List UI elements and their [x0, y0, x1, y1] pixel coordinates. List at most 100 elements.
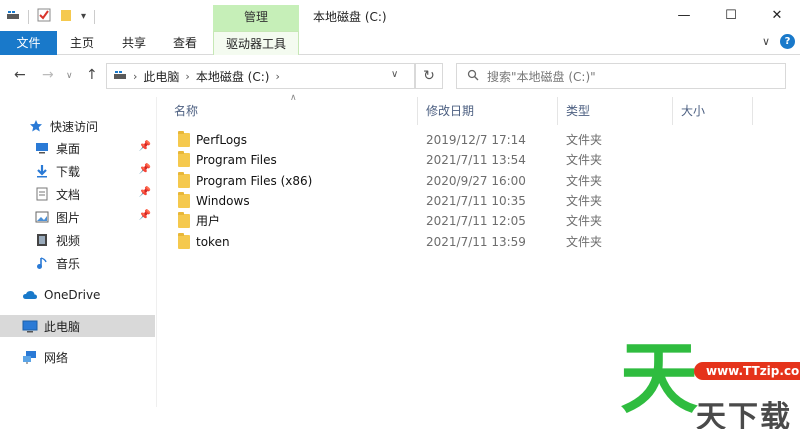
file-name: Windows: [196, 194, 250, 208]
watermark-big-char: 天: [620, 334, 699, 424]
download-icon: [34, 163, 50, 179]
ribbon-tabs: 文件 主页 共享 查看 驱动器工具 ∨ ?: [0, 31, 800, 55]
window-title: 本地磁盘 (C:): [313, 10, 387, 24]
navigation-pane: 快速访问 桌面 📌 下载 📌 文档 📌 图片 📌 视频 音乐 OneDrive …: [0, 97, 157, 407]
forward-arrow-icon[interactable]: →: [42, 67, 54, 83]
file-row-program-files[interactable]: Program Files 2021/7/11 13:54 文件夹: [158, 150, 800, 170]
breadcrumb-this-pc[interactable]: 此电脑: [143, 68, 179, 85]
file-date: 2019/12/7 17:14: [426, 133, 526, 147]
file-type: 文件夹: [566, 214, 603, 228]
column-header-size[interactable]: 大小: [673, 97, 753, 125]
sidebar-item-pictures[interactable]: 图片 📌: [0, 206, 155, 228]
column-header-date[interactable]: 修改日期: [418, 97, 558, 125]
close-button[interactable]: ✕: [754, 0, 800, 31]
breadcrumb-chevron-icon[interactable]: ›: [185, 70, 189, 83]
sidebar-item-label: OneDrive: [44, 288, 101, 302]
file-date: 2020/9/27 16:00: [426, 174, 526, 188]
file-row-users[interactable]: 用户 2021/7/11 12:05 文件夹: [158, 211, 800, 231]
document-icon: [34, 186, 50, 202]
pin-icon[interactable]: 📌: [139, 210, 151, 221]
sidebar-item-downloads[interactable]: 下载 📌: [0, 160, 155, 182]
file-name: token: [196, 235, 230, 249]
pin-icon[interactable]: 📌: [139, 187, 151, 198]
pin-icon[interactable]: 📌: [139, 141, 151, 152]
file-row-perflogs[interactable]: PerfLogs 2019/12/7 17:14 文件夹: [158, 130, 800, 150]
sidebar-item-label: 音乐: [56, 256, 81, 271]
file-type: 文件夹: [566, 133, 603, 147]
sidebar-item-documents[interactable]: 文档 📌: [0, 183, 155, 205]
star-icon: [28, 118, 44, 134]
minimize-button[interactable]: —: [661, 0, 707, 31]
column-header-type[interactable]: 类型: [558, 97, 673, 125]
file-type: 文件夹: [566, 235, 603, 249]
folder-icon: [178, 151, 190, 167]
sidebar-item-onedrive[interactable]: OneDrive: [0, 284, 155, 306]
file-type: 文件夹: [566, 174, 603, 188]
file-date: 2021/7/11 12:05: [426, 214, 526, 228]
desktop-icon: [34, 140, 50, 156]
file-row-token[interactable]: token 2021/7/11 13:59 文件夹: [158, 232, 800, 252]
watermark-text: 天下载: [696, 400, 792, 429]
sidebar-item-this-pc[interactable]: 此电脑: [0, 315, 155, 337]
folder-icon: [178, 172, 190, 188]
up-arrow-icon[interactable]: ↑: [86, 67, 98, 83]
sidebar-item-label: 文档: [56, 187, 81, 202]
file-row-windows[interactable]: Windows 2021/7/11 10:35 文件夹: [158, 191, 800, 211]
address-dropdown-icon[interactable]: ∨: [391, 69, 398, 80]
file-name: Program Files (x86): [196, 174, 313, 188]
sidebar-item-label: 下载: [56, 164, 81, 179]
computer-icon: [22, 318, 38, 334]
pin-icon[interactable]: 📌: [139, 164, 151, 175]
recent-locations-chevron-icon[interactable]: ∨: [66, 71, 73, 81]
refresh-button[interactable]: ↻: [415, 63, 443, 89]
column-header-name[interactable]: 名称: [166, 97, 418, 125]
file-name: Program Files: [196, 153, 277, 167]
sidebar-item-desktop[interactable]: 桌面 📌: [0, 137, 155, 159]
drive-icon[interactable]: [6, 9, 20, 24]
sidebar-item-label: 桌面: [56, 141, 81, 156]
help-icon[interactable]: ?: [780, 34, 795, 49]
tab-share[interactable]: 共享: [116, 31, 152, 55]
file-date: 2021/7/11 13:54: [426, 153, 526, 167]
breadcrumb-local-disk[interactable]: 本地磁盘 (C:): [196, 68, 270, 85]
folder-icon: [178, 131, 190, 147]
video-icon: [34, 232, 50, 248]
collapse-ribbon-button[interactable]: ∨: [762, 35, 770, 48]
folder-icon: [178, 192, 190, 208]
file-type: 文件夹: [566, 194, 603, 208]
search-icon: [467, 69, 479, 84]
sidebar-item-label: 此电脑: [44, 319, 81, 334]
tab-drive-tools[interactable]: 驱动器工具: [213, 31, 299, 55]
sidebar-item-music[interactable]: 音乐: [0, 252, 155, 274]
sidebar-item-network[interactable]: 网络: [0, 346, 155, 368]
tab-file[interactable]: 文件: [0, 31, 57, 55]
breadcrumb-chevron-icon[interactable]: ›: [133, 70, 137, 83]
file-name: PerfLogs: [196, 133, 248, 147]
file-name: 用户: [196, 214, 221, 228]
file-type: 文件夹: [566, 153, 603, 167]
music-icon: [34, 255, 50, 271]
sidebar-item-label: 快速访问: [50, 119, 99, 134]
watermark-logo: 天 www.TTzip.com 天下载: [620, 340, 800, 429]
sidebar-item-quick-access[interactable]: 快速访问: [0, 115, 155, 137]
file-date: 2021/7/11 13:59: [426, 235, 526, 249]
address-bar[interactable]: › 此电脑 › 本地磁盘 (C:) ›: [106, 63, 415, 89]
back-arrow-icon[interactable]: ←: [14, 67, 26, 83]
picture-icon: [34, 209, 50, 225]
new-folder-icon[interactable]: [59, 8, 73, 25]
drive-icon: [113, 69, 127, 84]
customize-toolbar-icon[interactable]: ▾: [81, 11, 86, 22]
breadcrumb-chevron-icon[interactable]: ›: [275, 70, 279, 83]
file-row-program-files-x86[interactable]: Program Files (x86) 2020/9/27 16:00 文件夹: [158, 171, 800, 191]
tab-view[interactable]: 查看: [167, 31, 203, 55]
cloud-icon: [22, 287, 38, 303]
watermark-url: www.TTzip.com: [694, 362, 800, 380]
quick-access-toolbar: ▾: [6, 8, 96, 25]
tab-home[interactable]: 主页: [64, 31, 100, 55]
divider: [28, 9, 29, 24]
sidebar-item-videos[interactable]: 视频: [0, 229, 155, 251]
search-input[interactable]: 搜索"本地磁盘 (C:)": [456, 63, 786, 89]
maximize-button[interactable]: ☐: [708, 0, 754, 31]
properties-icon[interactable]: [37, 8, 51, 25]
search-placeholder: 搜索"本地磁盘 (C:)": [487, 69, 596, 84]
